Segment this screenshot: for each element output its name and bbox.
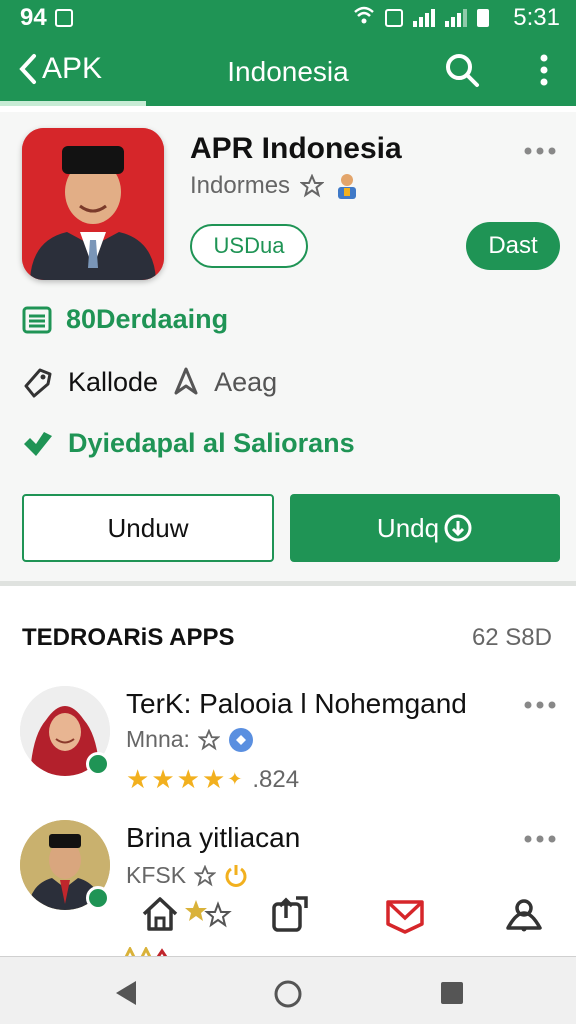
more-vert-icon xyxy=(540,54,548,86)
wifi-icon xyxy=(353,4,375,32)
star-filled-icon: ★ xyxy=(201,764,226,794)
secondary-download-button[interactable]: Unduw xyxy=(22,494,274,562)
list-item-2-dev: KFSK xyxy=(126,862,187,888)
system-back-button[interactable] xyxy=(114,979,138,1012)
stat-tag-a: Kallode xyxy=(68,366,159,397)
star-outline-icon xyxy=(194,864,217,886)
signal-2-icon xyxy=(445,9,468,27)
recents-square-icon xyxy=(441,982,463,1004)
nav-favorites[interactable] xyxy=(184,894,234,938)
verified-badge-icon xyxy=(86,886,110,910)
stat-downloads: 80Derdaaing xyxy=(66,304,229,334)
battery-icon xyxy=(477,9,490,27)
system-home-button[interactable] xyxy=(273,979,303,1014)
stat-row-downloads: 80Derdaaing xyxy=(22,304,228,335)
stat-verified: Dyiedapal al Saliorans xyxy=(68,428,355,458)
partial-rating-fragment xyxy=(124,944,168,958)
nav-home[interactable] xyxy=(140,894,184,938)
more-horiz-icon xyxy=(524,701,556,709)
search-icon xyxy=(446,54,479,87)
primary-download-button[interactable]: Undq xyxy=(290,494,560,562)
app-title: APR Indonesia xyxy=(190,132,402,165)
signal-icon xyxy=(413,9,436,27)
list-item-2-sub: KFSK xyxy=(126,862,248,889)
stat-tag-b: Aeag xyxy=(214,366,278,397)
check-shield-icon xyxy=(24,431,52,456)
system-recents-button[interactable] xyxy=(440,981,464,1010)
list-item-1-rating-value: .824 xyxy=(252,765,300,793)
nav-mail[interactable] xyxy=(384,894,428,938)
section-count[interactable]: 62 S8D xyxy=(472,624,552,652)
app-detail-card: APR Indonesia Indormes USDua Dast 80Derd… xyxy=(0,112,576,586)
verified-badge-icon xyxy=(86,752,110,776)
data-icon xyxy=(385,9,404,27)
navigation-icon xyxy=(174,367,198,395)
star-filled-icon: ★ xyxy=(151,764,175,794)
star-outline-icon xyxy=(197,728,220,750)
section-title: TEDROARiS APPS xyxy=(22,624,235,651)
developer-name[interactable]: Indormes xyxy=(190,172,290,200)
back-triangle-icon xyxy=(116,981,136,1005)
primary-download-label: Undq xyxy=(376,512,440,543)
list-item-2-more-button[interactable] xyxy=(522,832,562,844)
list-item-1-title[interactable]: TerK: Palooia l Nohemgand xyxy=(126,688,467,720)
page-title: Indonesia xyxy=(227,56,349,87)
system-navigation-bar xyxy=(0,956,576,1024)
app-bar: APK Indonesia xyxy=(0,36,576,106)
list-item-2-title[interactable]: Brina yitliacan xyxy=(126,822,300,854)
list-item-1-more-button[interactable] xyxy=(522,698,562,710)
status-time: 5:31 xyxy=(513,4,560,31)
stat-row-verified: Dyiedapal al Saliorans xyxy=(22,428,355,459)
overflow-menu-button[interactable] xyxy=(536,52,552,88)
stat-row-tags: Kallode Aeag xyxy=(22,366,277,398)
star-filled-icon: ★ xyxy=(126,764,150,794)
stars-icon xyxy=(185,900,232,928)
app-icon[interactable] xyxy=(22,128,164,280)
star-filled-icon: ★ xyxy=(176,764,200,794)
star-half-icon: ✦ xyxy=(227,769,243,789)
share-icon xyxy=(272,896,308,932)
info-badge-icon xyxy=(228,727,253,752)
download-circle-icon xyxy=(444,514,472,542)
more-horiz-icon xyxy=(524,835,556,843)
tag-icon xyxy=(24,368,52,398)
mail-icon xyxy=(386,900,424,934)
tab-indicator xyxy=(0,101,146,106)
nav-account[interactable] xyxy=(504,894,548,938)
app-more-button[interactable] xyxy=(522,144,562,156)
price-pill[interactable]: USDua xyxy=(190,224,308,268)
user-badge-icon xyxy=(338,174,357,199)
account-icon xyxy=(506,899,542,932)
action-badge[interactable]: Dast xyxy=(466,222,560,270)
nav-share[interactable] xyxy=(270,894,314,938)
list-item-1-sub: Mnna: xyxy=(126,726,254,753)
developer-line: Indormes xyxy=(190,172,360,200)
list-icon xyxy=(22,306,52,333)
status-left-text: 94 xyxy=(20,4,47,31)
home-circle-icon xyxy=(274,980,302,1008)
search-button[interactable] xyxy=(444,52,480,88)
list-item-1-dev: Mnna: xyxy=(126,726,190,752)
star-outline-icon xyxy=(300,174,325,198)
more-horiz-icon xyxy=(524,147,556,155)
list-item-2-title-text: Brina yitliacan xyxy=(126,822,301,853)
list-item-1-rating: ★ ★ ★ ★ ✦ .824 xyxy=(126,764,299,795)
home-icon xyxy=(142,897,178,931)
notification-icon xyxy=(54,9,73,27)
power-icon xyxy=(225,864,247,887)
status-bar: 94 5:31 xyxy=(0,0,576,36)
secondary-download-label: Unduw xyxy=(107,512,189,543)
